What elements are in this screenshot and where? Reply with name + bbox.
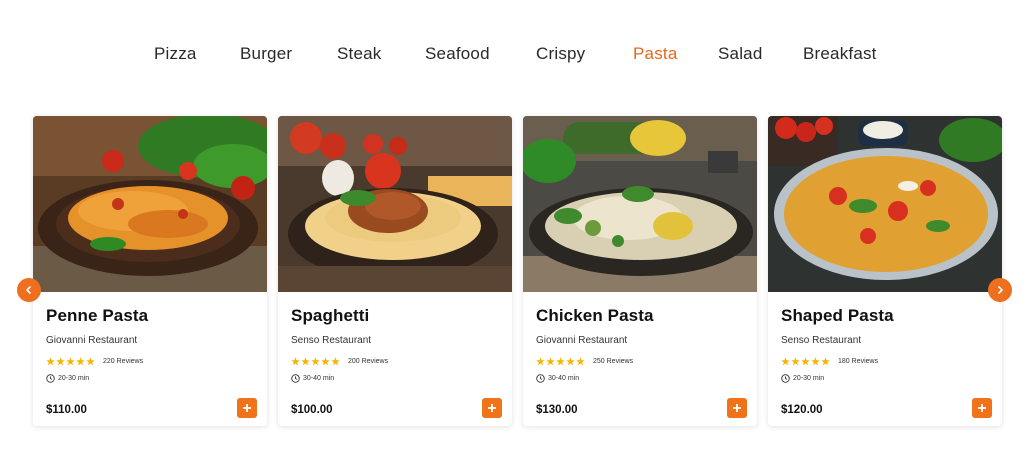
tab-steak[interactable]: Steak [337,44,381,64]
star-icon [556,356,565,365]
rating: 220 Reviews [46,356,254,366]
food-card[interactable]: Penne Pasta Giovanni Restaurant 220 Revi… [33,116,267,426]
clock-icon [291,374,300,383]
delivery-time: 30-40 min [291,374,499,383]
star-icon [811,356,820,365]
restaurant-name: Senso Restaurant [291,335,372,346]
delivery-time-text: 30-40 min [548,375,580,382]
plus-icon [243,404,251,412]
food-card[interactable]: Shaped Pasta Senso Restaurant 180 Review… [768,116,1002,426]
star-icon [546,356,555,365]
star-rating [291,356,340,366]
shaped-pasta-photo [768,116,1002,292]
add-to-cart-button[interactable] [237,398,257,418]
delivery-time-text: 20-30 min [58,375,90,382]
restaurant-name: Giovanni Restaurant [46,335,138,346]
tab-salad[interactable]: Salad [718,44,762,64]
star-icon [56,356,65,365]
category-tabs: Pizza Burger Steak Seafood Crispy Pasta … [0,44,1026,68]
tab-burger[interactable]: Burger [240,44,292,64]
spaghetti-photo [278,116,512,292]
star-rating [46,356,95,366]
price: $110.00 [46,404,87,416]
plus-icon [733,404,741,412]
penne-pasta-photo [33,116,267,292]
restaurant-name: Senso Restaurant [781,335,862,346]
delivery-time: 20-30 min [781,374,989,383]
food-name: Chicken Pasta [536,306,654,325]
review-count: 180 Reviews [838,357,879,365]
add-to-cart-button[interactable] [727,398,747,418]
tab-pasta[interactable]: Pasta [633,44,677,64]
price: $130.00 [536,404,578,416]
food-card[interactable]: Spaghetti Senso Restaurant 200 Reviews 3… [278,116,512,426]
star-icon [536,356,545,365]
restaurant-name: Giovanni Restaurant [536,335,628,346]
star-icon [86,356,95,365]
star-rating [781,356,830,366]
star-icon [46,356,55,365]
clock-icon [536,374,545,383]
star-icon [66,356,75,365]
star-icon [291,356,300,365]
star-icon [576,356,585,365]
chevron-left-icon [25,285,32,295]
tab-seafood[interactable]: Seafood [425,44,490,64]
rating: 180 Reviews [781,356,989,366]
tab-crispy[interactable]: Crispy [536,44,585,64]
food-carousel: Penne Pasta Giovanni Restaurant 220 Revi… [33,116,1003,426]
star-icon [781,356,790,365]
add-to-cart-button[interactable] [972,398,992,418]
star-icon [301,356,310,365]
star-icon [566,356,575,365]
plus-icon [488,404,496,412]
star-icon [321,356,330,365]
plus-icon [978,404,986,412]
food-name: Spaghetti [291,306,370,325]
star-icon [791,356,800,365]
star-rating [536,356,585,366]
star-icon [801,356,810,365]
clock-icon [46,374,55,383]
add-to-cart-button[interactable] [482,398,502,418]
price: $120.00 [781,404,823,416]
star-icon [821,356,830,365]
rating: 200 Reviews [291,356,499,366]
food-name: Shaped Pasta [781,306,894,325]
tab-pizza[interactable]: Pizza [154,44,197,64]
food-name: Penne Pasta [46,306,149,325]
clock-icon [781,374,790,383]
chevron-right-icon [997,285,1004,295]
delivery-time: 20-30 min [46,374,254,383]
carousel-prev-button[interactable] [17,278,41,302]
review-count: 200 Reviews [348,357,389,365]
food-card[interactable]: Chicken Pasta Giovanni Restaurant 250 Re… [523,116,757,426]
delivery-time-text: 30-40 min [303,375,335,382]
star-icon [311,356,320,365]
chicken-pasta-photo [523,116,757,292]
star-icon [331,356,340,365]
price: $100.00 [291,404,333,416]
tab-breakfast[interactable]: Breakfast [803,44,877,64]
review-count: 250 Reviews [593,357,634,365]
rating: 250 Reviews [536,356,744,366]
carousel-next-button[interactable] [988,278,1012,302]
delivery-time-text: 20-30 min [793,375,825,382]
delivery-time: 30-40 min [536,374,744,383]
star-icon [76,356,85,365]
review-count: 220 Reviews [103,357,144,365]
